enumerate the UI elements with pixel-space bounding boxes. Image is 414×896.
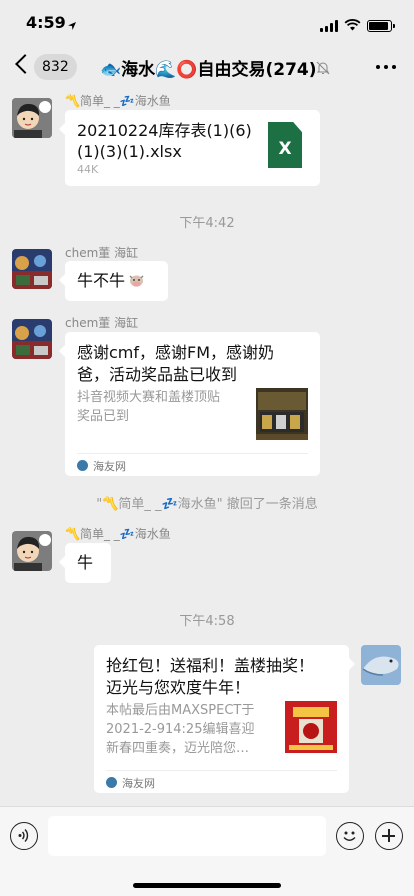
text-message[interactable]: 牛不牛 xyxy=(59,261,168,301)
ellipsis-icon[interactable] xyxy=(376,65,396,69)
bell-slash-icon xyxy=(316,60,330,75)
link-title: 感谢cmf，感谢FM，感谢奶 爸，活动奖品盐已收到 xyxy=(77,343,275,384)
file-size: 44K xyxy=(77,163,99,176)
status-time: 4:59 xyxy=(26,13,66,32)
divider xyxy=(77,453,308,454)
avatar[interactable] xyxy=(12,249,52,289)
file-message[interactable]: 20210224库存表(1)(6)(1)(3)(1).xlsx 44K X xyxy=(59,110,320,186)
chat-header: 832 🐟海水🌊⭕自由交易(274) xyxy=(0,48,414,88)
sender-name: chem董 海缸 xyxy=(65,246,139,260)
avatar[interactable] xyxy=(12,531,52,571)
battery-icon xyxy=(367,19,395,32)
haiyou-logo-icon xyxy=(106,777,117,788)
link-description: 抖音视频大赛和盖楼顶贴 奖品已到 xyxy=(77,390,221,424)
voice-icon[interactable] xyxy=(10,822,38,850)
text-message[interactable]: 牛 xyxy=(59,543,111,583)
avatar[interactable] xyxy=(361,645,401,685)
home-indicator xyxy=(133,883,281,888)
input-bar xyxy=(0,806,414,896)
sender-name: 〽️简单_ _💤海水鱼 xyxy=(65,527,171,541)
timestamp: 下午4:42 xyxy=(179,216,235,231)
cellular-signal-icon xyxy=(320,19,338,32)
file-name: 20210224库存表(1)(6)(1)(3)(1).xlsx xyxy=(77,121,252,161)
avatar[interactable] xyxy=(12,98,52,138)
link-thumbnail xyxy=(285,701,337,753)
status-bar: 4:59 xyxy=(0,0,414,48)
unread-count-badge[interactable]: 832 xyxy=(34,54,77,80)
sender-name: chem董 海缸 xyxy=(65,316,139,330)
plus-circle-icon[interactable] xyxy=(375,822,403,850)
message-text: 牛不牛 xyxy=(77,270,145,291)
link-thumbnail xyxy=(256,388,308,440)
haiyou-logo-icon xyxy=(77,460,88,471)
link-description: 本帖最后由MAXSPECT于 2021-2-914:25编辑喜迎 新春四重奏，迈… xyxy=(106,703,255,756)
recall-notice: "〽️简单_ _💤海水鱼" 撤回了一条消息 xyxy=(96,497,318,512)
smiley-icon[interactable] xyxy=(336,822,364,850)
divider xyxy=(106,770,337,771)
link-card-message[interactable]: 感谢cmf，感谢FM，感谢奶 爸，活动奖品盐已收到 抖音视频大赛和盖楼顶贴 奖品… xyxy=(59,332,320,476)
chevron-left-icon[interactable] xyxy=(15,54,35,74)
wifi-icon xyxy=(344,16,361,35)
link-source: 海友网 xyxy=(122,777,155,790)
message-text: 牛 xyxy=(77,553,94,572)
link-source: 海友网 xyxy=(93,460,126,473)
timestamp: 下午4:58 xyxy=(179,614,235,629)
excel-file-icon: X xyxy=(268,122,302,168)
link-card-message[interactable]: 抢红包！送福利！盖楼抽奖！ 迈光与您欢度牛年！ 本帖最后由MAXSPECT于 2… xyxy=(94,645,355,793)
location-arrow-icon xyxy=(67,16,77,35)
cow-emoji-icon xyxy=(128,272,145,287)
chat-title[interactable]: 🐟海水🌊⭕自由交易(274) xyxy=(100,55,317,80)
message-input[interactable] xyxy=(48,816,326,856)
link-title: 抢红包！送福利！盖楼抽奖！ 迈光与您欢度牛年！ xyxy=(106,656,315,697)
avatar[interactable] xyxy=(12,319,52,359)
sender-name: 〽️简单_ _💤海水鱼 xyxy=(65,94,171,108)
